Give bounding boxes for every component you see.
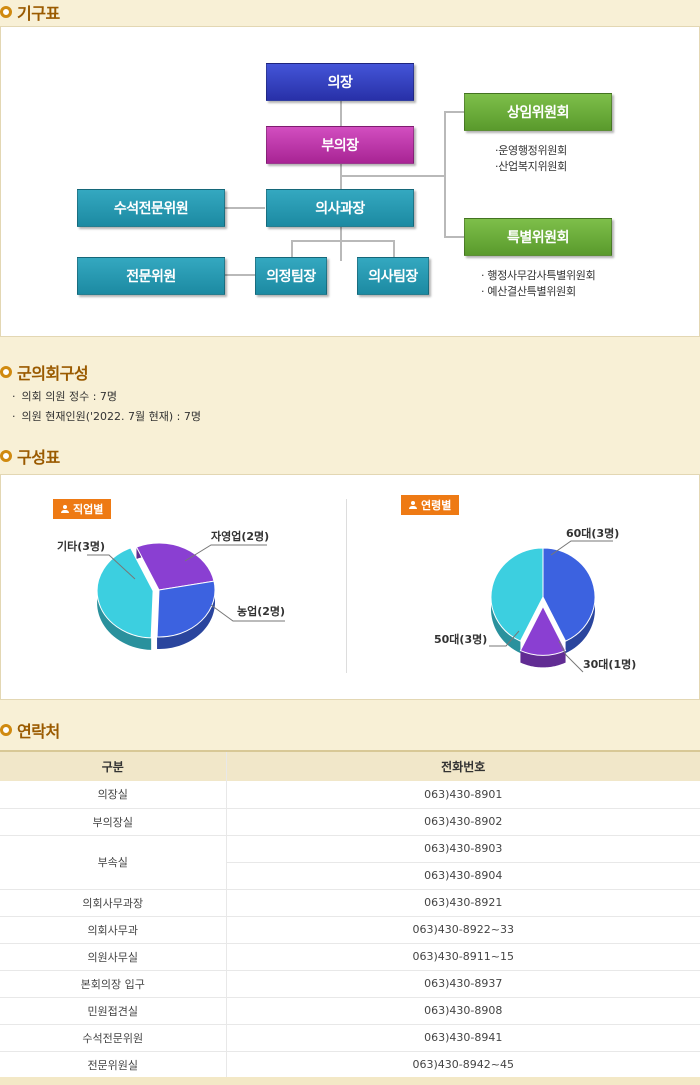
bottom-bar: [0, 1077, 700, 1085]
contact-table: 구분 전화번호 의장실 063)430-8901 부의장실 063)430-8902 부…: [0, 750, 700, 1079]
org-section-title-text: 기구표: [17, 4, 60, 23]
composition-section-title: 구성표: [0, 444, 60, 468]
contact-name: 본회의장 입구: [0, 970, 227, 998]
contact-phone: 063)430-8902: [226, 808, 700, 836]
council-section-title: 군의회구성: [0, 360, 89, 384]
contact-name: 의원사무실: [0, 943, 227, 971]
bullet-icon: [0, 6, 12, 18]
council-info: 의회 의원 정수 : 7명 의원 현재인원('2022. 7월 현재) : 7명: [12, 387, 201, 427]
org-line-team-right: [393, 240, 395, 258]
org-node-senior-expert: 수석전문위원: [77, 189, 225, 227]
contact-phone: 063)430-8937: [226, 970, 700, 998]
org-node-vice-chair: 부의장: [266, 126, 414, 164]
contact-phone: 063)430-8922~33: [226, 916, 700, 944]
contact-section-title: 연락처: [0, 718, 60, 742]
chart-divider: [346, 499, 347, 673]
org-node-chair: 의장: [266, 63, 414, 101]
list-item: · 행정사무감사특별위원회: [481, 269, 596, 282]
org-section-title: 기구표: [0, 0, 60, 24]
org-node-proceedings-lead: 의사팀장: [357, 257, 429, 295]
table-row: 의회사무과장 063)430-8921: [0, 889, 700, 917]
council-current: 의원 현재인원('2022. 7월 현재) : 7명: [12, 407, 201, 427]
pie-label-etc: 기타(3명): [57, 540, 106, 553]
org-line-committee-trunk: [444, 111, 446, 237]
contact-section-title-text: 연락처: [17, 722, 60, 741]
standing-committee-list: ·운영행정위원회 ·산업복지위원회: [495, 143, 567, 175]
pie-label-30s: 30대(1명): [583, 658, 637, 671]
council-seats: 의회 의원 정수 : 7명: [12, 387, 201, 407]
contact-name: 민원접견실: [0, 997, 227, 1025]
contact-phone: 063)430-8903: [226, 835, 700, 863]
bullet-icon: [0, 724, 12, 736]
org-node-expert: 전문위원: [77, 257, 225, 295]
header-category: 구분: [0, 750, 227, 781]
org-line-special: [444, 236, 464, 238]
pie-label-self-employed: 자영업(2명): [211, 530, 270, 543]
org-line-expert: [223, 274, 257, 276]
list-item: ·산업복지위원회: [495, 160, 567, 173]
contact-name: 전문위원실: [0, 1051, 227, 1079]
table-row: 민원접견실 063)430-8908: [0, 997, 700, 1025]
org-node-standing-committee: 상임위원회: [464, 93, 612, 131]
pie-label-farming: 농업(2명): [237, 605, 286, 618]
contact-name: 의회사무과장: [0, 889, 227, 917]
table-row: 수석전문위원 063)430-8941: [0, 1024, 700, 1052]
contact-name: 의회사무과: [0, 916, 227, 944]
header-phone: 전화번호: [226, 750, 700, 781]
org-chart-panel: 의장 부의장 의사과장 수석전문위원 전문위원 의정팀장 의사팀장 상임위원회 …: [0, 26, 700, 337]
composition-section-title-text: 구성표: [17, 448, 60, 467]
contact-phone: 063)430-8921: [226, 889, 700, 917]
contact-phone: 063)430-8908: [226, 997, 700, 1025]
contact-phone: 063)430-8911~15: [226, 943, 700, 971]
org-node-special-committee: 특별위원회: [464, 218, 612, 256]
org-line-committees: [341, 175, 445, 177]
org-line-teams: [291, 240, 395, 242]
table-row: 본회의장 입구 063)430-8937: [0, 970, 700, 998]
contact-phone: 063)430-8941: [226, 1024, 700, 1052]
org-line-standing: [444, 111, 464, 113]
bullet-icon: [0, 450, 12, 462]
contact-name: 의장실: [0, 781, 227, 809]
contact-name: 부의장실: [0, 808, 227, 836]
pie-label-50s: 50대(3명): [434, 633, 488, 646]
table-row: 의회사무과 063)430-8922~33: [0, 916, 700, 944]
contact-phone: 063)430-8901: [226, 781, 700, 809]
org-line-main: [340, 101, 342, 261]
composition-panel: 직업별 연령별 기타(3명) 자영업(2명) 농업(2명) 60대(3명) 30…: [0, 474, 700, 700]
table-row: 전문위원실 063)430-8942~45: [0, 1051, 700, 1079]
list-item: · 예산결산특별위원회: [481, 285, 576, 298]
org-line-senior: [225, 207, 265, 209]
table-row: 부의장실 063)430-8902: [0, 808, 700, 836]
contact-phone: 063)430-8942~45: [226, 1051, 700, 1079]
bullet-icon: [0, 366, 12, 378]
contact-table-header: 구분 전화번호: [0, 750, 700, 781]
org-node-policy-lead: 의정팀장: [255, 257, 327, 295]
pie-label-60s: 60대(3명): [566, 527, 620, 540]
table-row: 의장실 063)430-8901: [0, 781, 700, 809]
table-row: 부속실 063)430-8903: [0, 835, 700, 890]
list-item: ·운영행정위원회: [495, 144, 567, 157]
org-line-team-left: [291, 240, 293, 258]
occupation-pie-slice: [156, 580, 216, 638]
contact-name: 수석전문위원: [0, 1024, 227, 1052]
table-row: 의원사무실 063)430-8911~15: [0, 943, 700, 971]
occupation-pie-chart: [87, 542, 285, 650]
age-pie-chart: [489, 540, 613, 673]
contact-name: 부속실: [0, 835, 227, 890]
contact-phone: 063)430-8904: [226, 862, 700, 890]
special-committee-list: · 행정사무감사특별위원회 · 예산결산특별위원회: [481, 268, 596, 300]
council-section-title-text: 군의회구성: [17, 364, 89, 383]
org-node-clerk: 의사과장: [266, 189, 414, 227]
